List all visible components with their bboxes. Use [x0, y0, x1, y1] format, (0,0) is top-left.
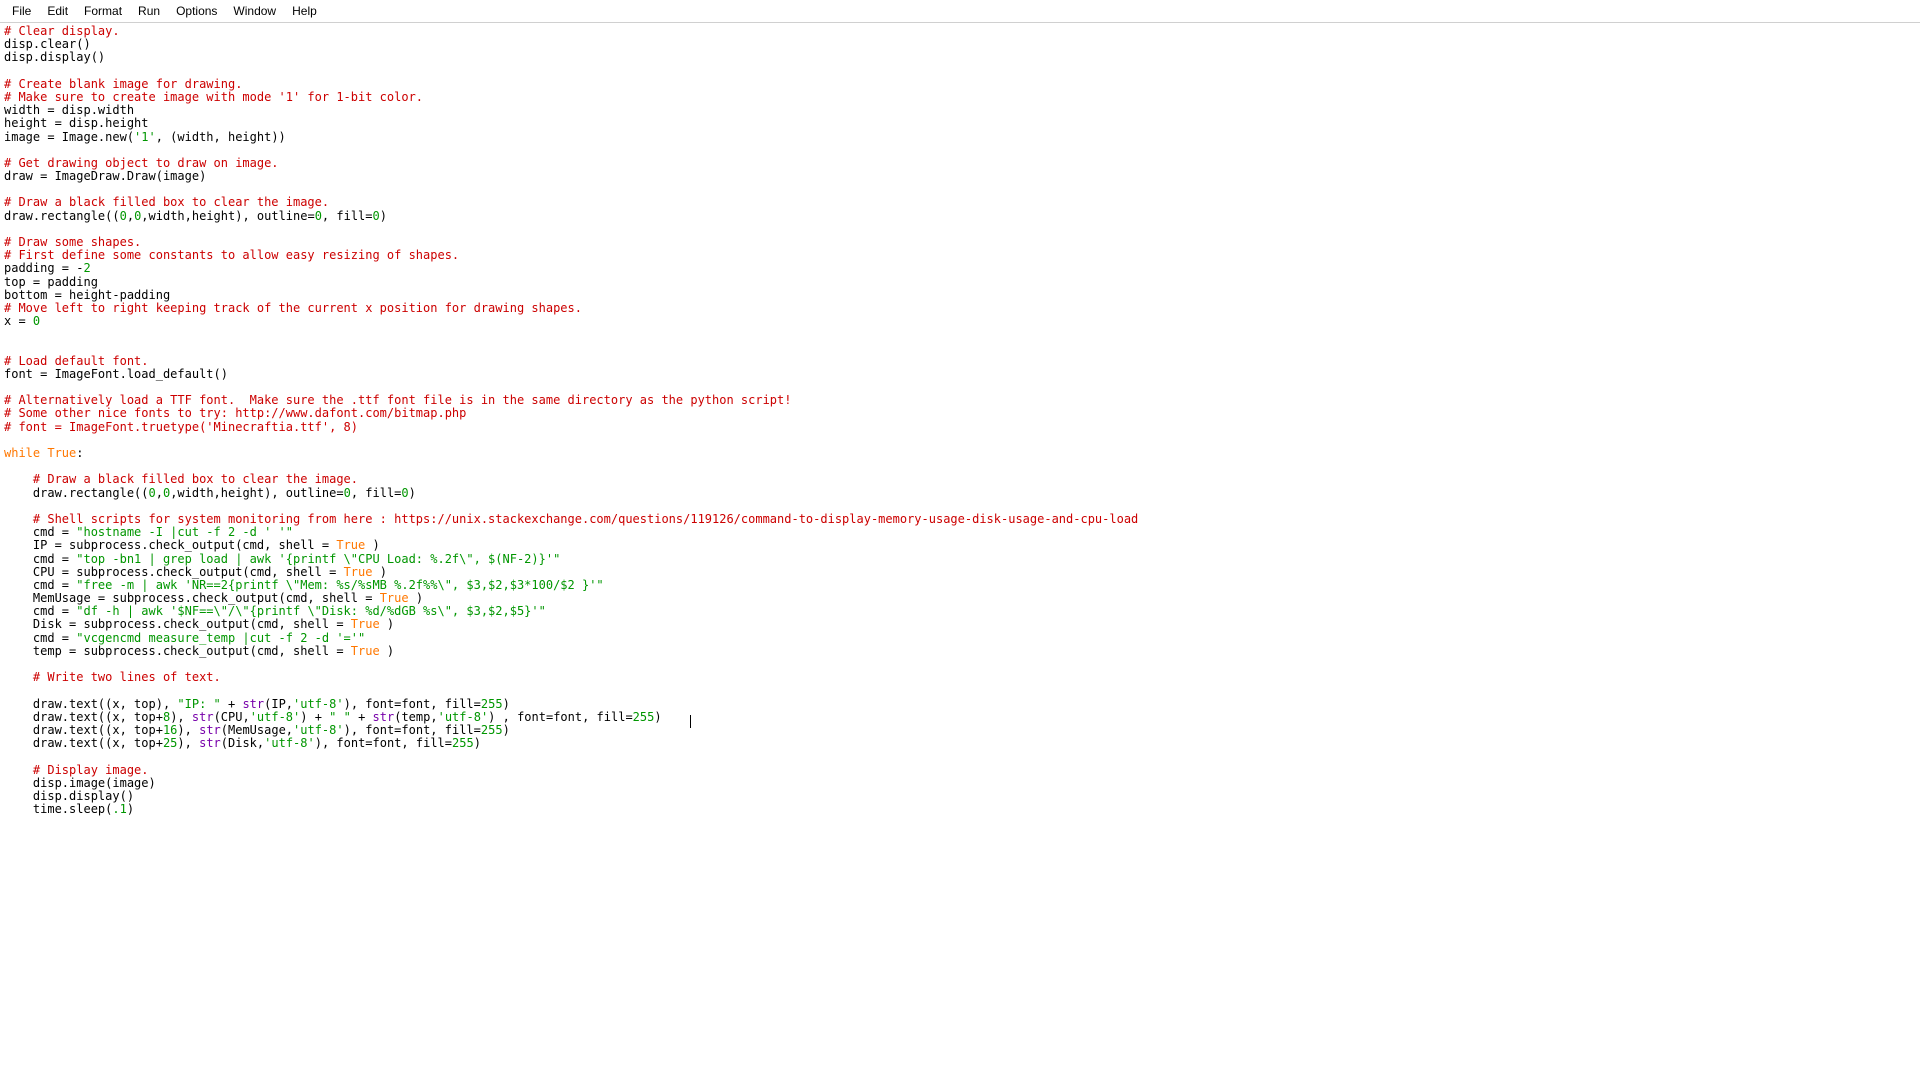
- code-line: draw.rectangle((0,0,width,height), outli…: [4, 486, 416, 500]
- code-line: draw = ImageDraw.Draw(image): [4, 169, 206, 183]
- code-line: height = disp.height: [4, 116, 149, 130]
- code-comment: # Draw a black filled box to clear the i…: [4, 195, 329, 209]
- code-comment: # Alternatively load a TTF font. Make su…: [4, 393, 791, 407]
- code-line: disp.display(): [4, 789, 134, 803]
- code-comment: # Write two lines of text.: [4, 670, 221, 684]
- code-line: cmd = "free -m | awk 'NR==2{printf \"Mem…: [4, 578, 604, 592]
- code-line: draw.text((x, top+25), str(Disk,'utf-8')…: [4, 736, 481, 750]
- code-comment: # Draw some shapes.: [4, 235, 141, 249]
- code-line: cmd = "hostname -I |cut -f 2 -d ' '": [4, 525, 293, 539]
- code-comment: # Draw a black filled box to clear the i…: [4, 472, 358, 486]
- code-comment: # Shell scripts for system monitoring fr…: [4, 512, 1138, 526]
- code-line: draw.text((x, top+16), str(MemUsage,'utf…: [4, 723, 510, 737]
- menu-file[interactable]: File: [4, 2, 39, 20]
- code-line: x = 0: [4, 314, 40, 328]
- code-line: padding = -2: [4, 261, 91, 275]
- menu-run[interactable]: Run: [130, 2, 168, 20]
- code-comment: # font = ImageFont.truetype('Minecraftia…: [4, 420, 358, 434]
- menu-options[interactable]: Options: [168, 2, 225, 20]
- code-line: top = padding: [4, 275, 98, 289]
- code-line: CPU = subprocess.check_output(cmd, shell…: [4, 565, 387, 579]
- code-line: cmd = "df -h | awk '$NF==\"/\"{printf \"…: [4, 604, 546, 618]
- code-line: disp.display(): [4, 50, 105, 64]
- code-line: while True:: [4, 446, 84, 460]
- menu-format[interactable]: Format: [76, 2, 130, 20]
- code-line: width = disp.width: [4, 103, 134, 117]
- code-comment: # Some other nice fonts to try: http://w…: [4, 406, 466, 420]
- code-line: draw.rectangle((0,0,width,height), outli…: [4, 209, 387, 223]
- code-line: Disk = subprocess.check_output(cmd, shel…: [4, 617, 394, 631]
- code-line: disp.clear(): [4, 37, 91, 51]
- code-comment: # Load default font.: [4, 354, 149, 368]
- code-line: draw.text((x, top), "IP: " + str(IP,'utf…: [4, 697, 510, 711]
- code-editor[interactable]: # Clear display. disp.clear() disp.displ…: [0, 23, 1920, 818]
- code-comment: # Clear display.: [4, 24, 120, 38]
- code-line: font = ImageFont.load_default(): [4, 367, 228, 381]
- code-line: draw.text((x, top+8), str(CPU,'utf-8') +…: [4, 710, 662, 724]
- menu-window[interactable]: Window: [225, 2, 284, 20]
- code-line: time.sleep(.1): [4, 802, 134, 816]
- code-line: IP = subprocess.check_output(cmd, shell …: [4, 538, 380, 552]
- code-comment: # Move left to right keeping track of th…: [4, 301, 582, 315]
- code-comment: # Create blank image for drawing.: [4, 77, 242, 91]
- code-comment: # First define some constants to allow e…: [4, 248, 459, 262]
- code-line: image = Image.new('1', (width, height)): [4, 130, 286, 144]
- menu-help[interactable]: Help: [284, 2, 325, 20]
- menu-edit[interactable]: Edit: [39, 2, 76, 20]
- code-comment: # Make sure to create image with mode '1…: [4, 90, 423, 104]
- code-line: cmd = "vcgencmd measure_temp |cut -f 2 -…: [4, 631, 365, 645]
- code-comment: # Get drawing object to draw on image.: [4, 156, 279, 170]
- code-line: bottom = height-padding: [4, 288, 170, 302]
- code-line: disp.image(image): [4, 776, 156, 790]
- code-line: cmd = "top -bn1 | grep load | awk '{prin…: [4, 552, 560, 566]
- code-line: MemUsage = subprocess.check_output(cmd, …: [4, 591, 423, 605]
- text-cursor: [690, 715, 691, 728]
- code-comment: # Display image.: [4, 763, 149, 777]
- menubar: File Edit Format Run Options Window Help: [0, 0, 1920, 23]
- code-line: temp = subprocess.check_output(cmd, shel…: [4, 644, 394, 658]
